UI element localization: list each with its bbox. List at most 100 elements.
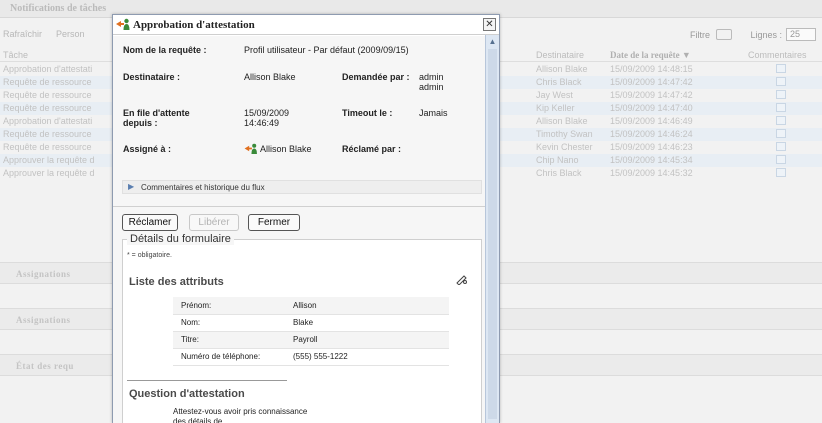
dialog-title: Approbation d'attestation: [133, 19, 255, 31]
section-title: Assignations: [16, 315, 71, 325]
filter-link[interactable]: Filtre: [690, 30, 710, 40]
attribute-value: Allison: [285, 297, 449, 315]
timeout-label: Timeout le :: [342, 108, 393, 118]
attribute-value: (555) 555-1222: [285, 348, 449, 366]
column-date[interactable]: Date de la requête ▼: [610, 50, 691, 60]
comment-icon[interactable]: [776, 168, 786, 177]
comment-icon[interactable]: [776, 77, 786, 86]
comment-icon[interactable]: [776, 103, 786, 112]
attribute-value: Blake: [285, 314, 449, 332]
task-notifications-title: Notifications de tâches: [10, 3, 107, 14]
task-cell: Approuver la requête d: [3, 168, 95, 178]
attribute-key: Prénom:: [173, 297, 285, 315]
lines-label: Lignes :: [750, 30, 782, 40]
date-cell: 15/09/2009 14:46:49: [610, 116, 693, 126]
column-comments[interactable]: Commentaires: [748, 50, 807, 60]
comment-icon[interactable]: [776, 64, 786, 73]
comment-icon[interactable]: [776, 129, 786, 138]
comment-icon[interactable]: [776, 155, 786, 164]
attribute-key: Nom:: [173, 314, 285, 332]
table-row: Nom: Blake: [173, 314, 449, 332]
edit-icon[interactable]: [456, 275, 468, 285]
date-cell: 15/09/2009 14:46:23: [610, 142, 693, 152]
recipient-cell: Allison Blake: [536, 64, 588, 74]
dialog-scrollbar[interactable]: ▲: [485, 35, 499, 423]
date-cell: 15/09/2009 14:46:24: [610, 129, 693, 139]
requested-by-value: admin admin: [419, 72, 444, 92]
close-icon[interactable]: ✕: [483, 18, 496, 31]
column-recipient[interactable]: Destinataire: [536, 50, 584, 60]
recipient-value: Allison Blake: [244, 72, 296, 82]
table-row: Prénom: Allison: [173, 297, 449, 315]
recipient-cell: Allison Blake: [536, 116, 588, 126]
required-note: * = obligatoire.: [127, 252, 172, 259]
user-approval-icon: [116, 18, 130, 30]
refresh-options-icon[interactable]: [716, 29, 732, 40]
refresh-link[interactable]: Rafraîchir: [3, 29, 42, 39]
question-title: Question d'attestation: [129, 388, 245, 400]
queued-since-label: En file d'attente depuis :: [123, 108, 190, 128]
request-name-value: Profil utilisateur - Par défaut (2009/09…: [244, 45, 409, 55]
recipient-cell: Chris Black: [536, 168, 582, 178]
date-cell: 15/09/2009 14:47:42: [610, 90, 693, 100]
lines-select[interactable]: 25: [786, 28, 816, 41]
recipient-label: Destinataire :: [123, 72, 181, 82]
recipient-cell: Chris Black: [536, 77, 582, 87]
task-cell: Approbation d'attestati: [3, 64, 93, 74]
attribute-value: Payroll: [285, 331, 449, 349]
column-date-label: Date de la requête: [610, 50, 680, 60]
date-cell: 15/09/2009 14:45:32: [610, 168, 693, 178]
attributes-title: Liste des attributs: [129, 276, 224, 288]
date-cell: 15/09/2009 14:47:40: [610, 103, 693, 113]
flow-comments-history[interactable]: ▶ Commentaires et historique du flux: [122, 180, 482, 194]
claimed-by-label: Réclamé par :: [342, 144, 402, 154]
task-cell: Requête de ressource: [3, 90, 92, 100]
assigned-to-label: Assigné à :: [123, 144, 172, 154]
comment-icon[interactable]: [776, 90, 786, 99]
section-title: État des requ: [16, 361, 74, 371]
section-title: Assignations: [16, 269, 71, 279]
requested-by-label: Demandée par :: [342, 72, 410, 82]
attribute-key: Numéro de téléphone:: [173, 348, 285, 366]
timeout-value: Jamais: [419, 108, 448, 118]
form-legend: Détails du formulaire: [127, 233, 234, 245]
date-cell: 15/09/2009 14:45:34: [610, 155, 693, 165]
person-link[interactable]: Person: [56, 29, 85, 39]
queued-since-value: 15/09/2009 14:46:49: [244, 108, 290, 128]
assigned-to-value: Allison Blake: [260, 144, 312, 154]
date-cell: 15/09/2009 14:48:15: [610, 64, 693, 74]
dialog-titlebar[interactable]: Approbation d'attestation ✕: [113, 15, 499, 35]
task-cell: Requête de ressource: [3, 77, 92, 87]
action-buttons: Réclamer Libérer Fermer: [113, 206, 485, 236]
recipient-cell: Jay West: [536, 90, 573, 100]
task-cell: Approbation d'attestati: [3, 116, 93, 126]
expand-arrow-icon[interactable]: ▶: [128, 182, 134, 191]
table-row: Titre: Payroll: [173, 331, 449, 349]
request-name-label: Nom de la requête :: [123, 45, 207, 55]
task-cell: Requête de ressource: [3, 142, 92, 152]
table-row: Numéro de téléphone: (555) 555-1222: [173, 348, 449, 366]
comment-icon[interactable]: [776, 116, 786, 125]
recipient-cell: Kip Keller: [536, 103, 575, 113]
attestation-dialog: Approbation d'attestation ✕ ▲ Nom de la …: [112, 14, 500, 423]
task-cell: Approuver la requête d: [3, 155, 95, 165]
comment-icon[interactable]: [776, 142, 786, 151]
recipient-cell: Chip Nano: [536, 155, 579, 165]
scroll-up-icon[interactable]: ▲: [487, 36, 498, 47]
task-cell: Requête de ressource: [3, 103, 92, 113]
task-cell: Requête de ressource: [3, 129, 92, 139]
release-button[interactable]: Libérer: [189, 214, 239, 231]
close-button[interactable]: Fermer: [248, 214, 300, 231]
attributes-table: Prénom: Allison Nom: Blake Titre: Payroll N…: [173, 297, 449, 366]
divider: [127, 380, 287, 381]
date-cell: 15/09/2009 14:47:42: [610, 77, 693, 87]
dialog-body: Nom de la requête : Profil utilisateur -…: [113, 36, 485, 423]
flow-comments-label: Commentaires et historique du flux: [141, 183, 265, 192]
scroll-track[interactable]: [488, 49, 497, 419]
column-task[interactable]: Tâche: [3, 50, 28, 60]
user-icon: [244, 143, 257, 154]
attribute-key: Titre:: [173, 331, 285, 349]
form-details: Détails du formulaire * = obligatoire. L…: [122, 233, 482, 423]
request-info: Nom de la requête : Profil utilisateur -…: [113, 36, 485, 178]
claim-button[interactable]: Réclamer: [122, 214, 178, 231]
